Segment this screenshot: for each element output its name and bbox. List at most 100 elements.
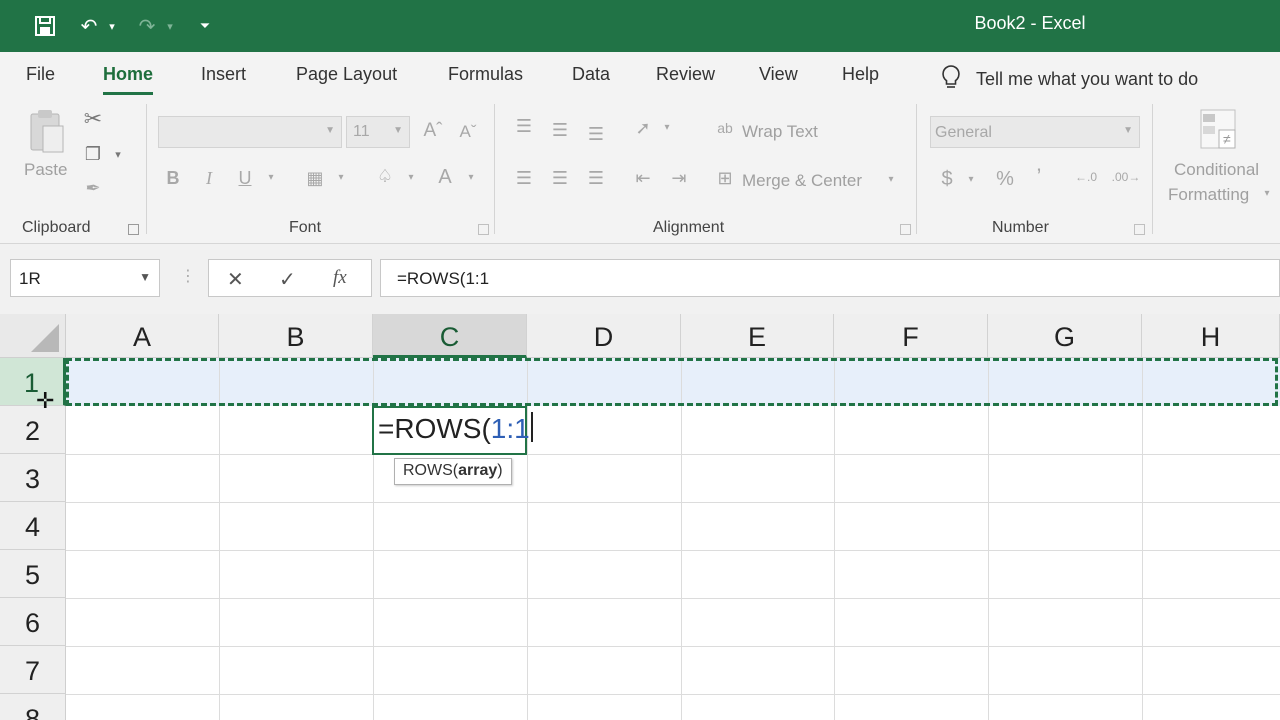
- conditional-dropdown-icon: ▾: [1264, 188, 1270, 199]
- separator: [1152, 104, 1153, 234]
- tooltip-argument: array: [458, 462, 498, 479]
- tab-review[interactable]: Review: [656, 64, 715, 85]
- fill-color-icon: ♤: [376, 166, 394, 186]
- tab-help[interactable]: Help: [842, 64, 879, 85]
- borders-icon: ▦: [306, 168, 324, 188]
- column-header-a[interactable]: A: [66, 314, 219, 358]
- column-header-d[interactable]: D: [527, 314, 681, 358]
- formula-input[interactable]: =ROWS(1:1: [380, 259, 1280, 297]
- gridline: [681, 358, 682, 720]
- name-box-value: 1R: [19, 269, 41, 288]
- gridline: [66, 502, 1280, 503]
- row-header-7[interactable]: 7: [0, 646, 66, 694]
- wrap-text-icon: ab: [717, 120, 733, 136]
- middle-align-icon: ☰: [551, 120, 569, 140]
- row-header-6[interactable]: 6: [0, 598, 66, 646]
- tab-file[interactable]: File: [26, 64, 55, 85]
- enter-icon[interactable]: ✓: [279, 267, 296, 292]
- column-header-e[interactable]: E: [681, 314, 834, 358]
- paste-label: Paste: [24, 160, 68, 179]
- tab-formulas[interactable]: Formulas: [448, 64, 523, 85]
- underline-dropdown-icon: ▾: [268, 172, 274, 183]
- number-launcher-icon: [1134, 224, 1145, 235]
- cancel-icon[interactable]: ✕: [227, 267, 244, 292]
- customize-icon[interactable]: ⏷: [195, 12, 215, 40]
- gridline: [1142, 358, 1143, 720]
- tab-home[interactable]: Home: [103, 64, 154, 95]
- merge-center-button: Merge & Center: [742, 171, 862, 190]
- select-all-button[interactable]: [0, 314, 66, 358]
- name-box[interactable]: 1R ▼: [10, 259, 160, 297]
- increase-indent-icon: ⇥: [671, 168, 687, 188]
- tab-view[interactable]: View: [759, 64, 798, 85]
- redo-dropdown-icon: ▾: [167, 20, 173, 33]
- paste-icon[interactable]: [24, 108, 68, 156]
- merge-dropdown-icon: ▾: [888, 174, 894, 185]
- number-group-label: Number: [992, 219, 1049, 236]
- gridline: [66, 646, 1280, 647]
- move-cursor-icon: ✛: [36, 388, 55, 413]
- borders-dropdown-icon: ▾: [338, 172, 344, 183]
- column-header-c[interactable]: C: [373, 314, 527, 358]
- insert-function-icon[interactable]: fx: [333, 267, 347, 289]
- align-left-icon: ☰: [515, 168, 533, 188]
- font-name-select: ▼: [158, 116, 342, 148]
- gridline: [66, 694, 1280, 695]
- comma-style-icon: ’: [1036, 164, 1042, 189]
- cell-editor[interactable]: =ROWS(1:1: [378, 412, 533, 445]
- currency-dropdown-icon: ▾: [968, 174, 974, 185]
- separator: [494, 104, 495, 234]
- wrap-text-button: Wrap Text: [742, 122, 818, 141]
- gridline: [66, 598, 1280, 599]
- column-header-b[interactable]: B: [219, 314, 373, 358]
- row-header-4[interactable]: 4: [0, 502, 66, 550]
- window-title: Book2 - Excel: [974, 13, 1086, 33]
- bottom-align-icon: ☰: [587, 124, 605, 144]
- gridline: [988, 358, 989, 720]
- splitter-icon[interactable]: ⋮: [180, 266, 196, 286]
- tooltip-close: ): [497, 462, 503, 479]
- tell-me-text: Tell me what you want to do: [976, 69, 1199, 89]
- tab-data[interactable]: Data: [572, 64, 610, 85]
- tab-page-layout[interactable]: Page Layout: [296, 64, 397, 85]
- row-header-3[interactable]: 3: [0, 454, 66, 502]
- percent-icon: %: [996, 168, 1014, 190]
- column-header-h[interactable]: H: [1142, 314, 1280, 358]
- text-caret: [530, 412, 533, 442]
- copy-dropdown-icon[interactable]: ▾: [110, 148, 126, 161]
- align-center-icon: ☰: [551, 168, 569, 188]
- worksheet-grid[interactable]: A B C D E F G H 1 2 3 4 5 6 7 8 =ROWS(1:…: [0, 314, 1280, 720]
- tab-insert[interactable]: Insert: [201, 64, 246, 85]
- clipboard-launcher-icon[interactable]: [128, 224, 139, 235]
- row-header-8[interactable]: 8: [0, 694, 66, 720]
- decrease-font-icon: Aˇ: [459, 122, 477, 141]
- name-box-dropdown-icon[interactable]: ▼: [139, 270, 151, 284]
- column-header-f[interactable]: F: [834, 314, 988, 358]
- formula-bar: 1R ▼ ⋮ ✕ ✓ fx =ROWS(1:1: [0, 244, 1280, 314]
- save-icon[interactable]: [30, 12, 60, 40]
- top-align-icon: ☰: [515, 116, 533, 136]
- formula-buttons: ✕ ✓ fx: [208, 259, 372, 297]
- undo-dropdown-icon[interactable]: ▾: [104, 12, 120, 40]
- separator: [146, 104, 147, 234]
- increase-font-icon: Aˆ: [423, 120, 443, 141]
- title-bar: ↶ ▾ ↷ ▾ ⏷ Book2 - Excel: [0, 0, 1280, 52]
- row-header-2[interactable]: 2: [0, 406, 66, 454]
- lightbulb-icon: [940, 64, 962, 95]
- undo-icon[interactable]: ↶: [74, 12, 104, 40]
- function-tooltip: ROWS(array): [394, 458, 512, 485]
- copy-marquee: [66, 358, 1278, 406]
- gridline: [66, 550, 1280, 551]
- font-color-icon: A: [438, 166, 452, 188]
- orientation-icon: ➚: [635, 118, 651, 138]
- clipboard-group-label: Clipboard: [22, 219, 91, 236]
- row-header-1[interactable]: 1: [0, 358, 66, 406]
- cut-icon[interactable]: ✂: [80, 106, 106, 132]
- row-header-5[interactable]: 5: [0, 550, 66, 598]
- copy-icon[interactable]: ❐: [80, 144, 106, 165]
- redo-icon: ↷: [138, 15, 156, 38]
- format-painter-icon: ✒: [85, 178, 101, 198]
- tell-me-box[interactable]: Tell me what you want to do: [940, 64, 1198, 95]
- tooltip-function[interactable]: ROWS(: [403, 462, 458, 479]
- column-header-g[interactable]: G: [988, 314, 1142, 358]
